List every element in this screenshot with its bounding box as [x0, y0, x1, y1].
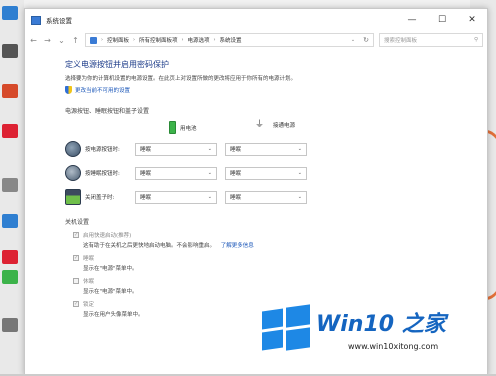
- chevron-down-icon: ⌄: [297, 170, 302, 176]
- main-content: 定义电源按钮并启用密码保护 选择要为你的计算机设置的电源设置。在此页上对设置所做…: [65, 59, 455, 318]
- lid-close-row: 关闭盖子时: 睡眠 ⌄ 睡眠 ⌄: [65, 185, 455, 209]
- desktop-icon[interactable]: [2, 214, 18, 228]
- breadcrumb-item[interactable]: 系统设置: [220, 36, 242, 44]
- desktop-left: [0, 0, 24, 376]
- sleep-button-row: 按睡眠按钮时: 睡眠 ⌄ 睡眠 ⌄: [65, 161, 455, 185]
- hibernate-label: 休眠: [83, 279, 95, 285]
- fast-startup-checkbox[interactable]: ✓: [73, 232, 79, 238]
- windows-logo-icon: [262, 304, 310, 351]
- learn-more-link[interactable]: 了解更多信息: [221, 243, 254, 249]
- desktop-icon[interactable]: [2, 250, 18, 264]
- power-button-plugged-select[interactable]: 睡眠 ⌄: [225, 142, 307, 156]
- desktop-icon[interactable]: [2, 124, 18, 138]
- buttons-section-title: 电源按钮、睡眠按钮和盖子设置: [65, 108, 150, 115]
- col-header-plugged: 接通电源: [273, 123, 296, 129]
- chevron-down-icon: ⌄: [297, 194, 302, 200]
- breadcrumb-item[interactable]: 电源选项: [188, 36, 210, 44]
- page-description: 选择要为你的计算机设置的电源设置。在此页上对设置所做的更改将应用于你所有的电源计…: [65, 76, 297, 82]
- watermark: Win10 之家 www.win10xitong.com: [262, 302, 492, 372]
- lid-close-battery-select[interactable]: 睡眠 ⌄: [135, 190, 217, 204]
- sleep-button-icon: [65, 165, 81, 181]
- desktop-icon[interactable]: [2, 270, 18, 284]
- address-dropdown-icon[interactable]: ⌄: [351, 37, 355, 43]
- chevron-down-icon: ⌄: [207, 194, 212, 200]
- forward-arrow-icon[interactable]: →: [43, 36, 52, 45]
- fast-startup-label: 启用快速启动(推荐): [83, 233, 132, 239]
- chevron-down-icon: ⌄: [207, 146, 212, 152]
- shield-icon: [65, 86, 72, 94]
- row-label: 按睡眠按钮时:: [85, 171, 120, 177]
- sleep-checkbox[interactable]: ✓: [73, 255, 79, 261]
- row-label: 关闭盖子时:: [85, 195, 115, 201]
- chevron-down-icon: ⌄: [207, 170, 212, 176]
- laptop-lid-icon: [65, 189, 81, 205]
- change-settings-link[interactable]: 更改当前不可用的设置: [75, 86, 130, 94]
- watermark-title: Win10 之家: [316, 312, 446, 337]
- refresh-icon[interactable]: ↻: [363, 36, 369, 44]
- search-placeholder: 搜索控制面板: [384, 38, 418, 44]
- plug-icon: ⏚: [255, 120, 265, 130]
- hibernate-checkbox[interactable]: [73, 278, 79, 284]
- control-panel-icon: [90, 36, 97, 44]
- power-button-icon: [65, 141, 81, 157]
- minimize-button[interactable]: —: [397, 9, 427, 31]
- battery-icon: [169, 121, 176, 134]
- maximize-button[interactable]: ☐: [427, 9, 457, 31]
- sleep-button-plugged-select[interactable]: 睡眠 ⌄: [225, 166, 307, 180]
- close-button[interactable]: ✕: [457, 9, 487, 31]
- shutdown-section-title: 关机设置: [65, 219, 90, 226]
- window-title: 系统设置: [46, 17, 72, 25]
- breadcrumb-item[interactable]: 控制面板: [107, 36, 129, 44]
- back-arrow-icon[interactable]: ←: [29, 36, 38, 45]
- power-button-battery-select[interactable]: 睡眠 ⌄: [135, 142, 217, 156]
- desktop-icon[interactable]: [2, 318, 18, 332]
- recent-dropdown-icon[interactable]: ⌄: [57, 36, 66, 45]
- desktop-icon[interactable]: [2, 84, 18, 98]
- power-button-row: 按电源按钮时: 睡眠 ⌄ 睡眠 ⌄: [65, 137, 455, 161]
- fast-startup-description: 这有助于在关机之后更快地启动电脑。不会影响重启。: [83, 243, 216, 249]
- sleep-description: 显示在"电源"菜单中。: [83, 266, 138, 272]
- titlebar[interactable]: 系统设置 — ☐ ✕: [25, 9, 487, 31]
- row-label: 按电源按钮时:: [85, 147, 120, 153]
- lock-checkbox[interactable]: ✓: [73, 301, 79, 307]
- search-icon: ⚲: [473, 37, 478, 43]
- control-panel-icon: [31, 15, 41, 25]
- desktop-icon[interactable]: [2, 6, 18, 20]
- sleep-label: 睡眠: [83, 256, 95, 262]
- sleep-button-battery-select[interactable]: 睡眠 ⌄: [135, 166, 217, 180]
- col-header-battery: 用电池: [180, 125, 197, 132]
- up-arrow-icon[interactable]: ↑: [71, 36, 80, 45]
- chevron-down-icon: ⌄: [297, 146, 302, 152]
- desktop-icon[interactable]: [2, 178, 18, 192]
- breadcrumb-item[interactable]: 所有控制面板项: [139, 36, 178, 44]
- lock-label: 锁定: [83, 302, 95, 308]
- search-input[interactable]: 搜索控制面板 ⚲: [379, 33, 483, 47]
- watermark-url: www.win10xitong.com: [348, 342, 439, 351]
- hibernate-description: 显示在"电源"菜单中。: [83, 289, 138, 295]
- page-title: 定义电源按钮并启用密码保护: [65, 60, 169, 69]
- address-bar[interactable]: › 控制面板 › 所有控制面板项 › 电源选项 › 系统设置 ⌄ ↻: [85, 33, 374, 47]
- navigation-bar: ← → ⌄ ↑ › 控制面板 › 所有控制面板项 › 电源选项 › 系统设置 ⌄…: [25, 31, 487, 49]
- lid-close-plugged-select[interactable]: 睡眠 ⌄: [225, 190, 307, 204]
- desktop-icon[interactable]: [2, 44, 18, 58]
